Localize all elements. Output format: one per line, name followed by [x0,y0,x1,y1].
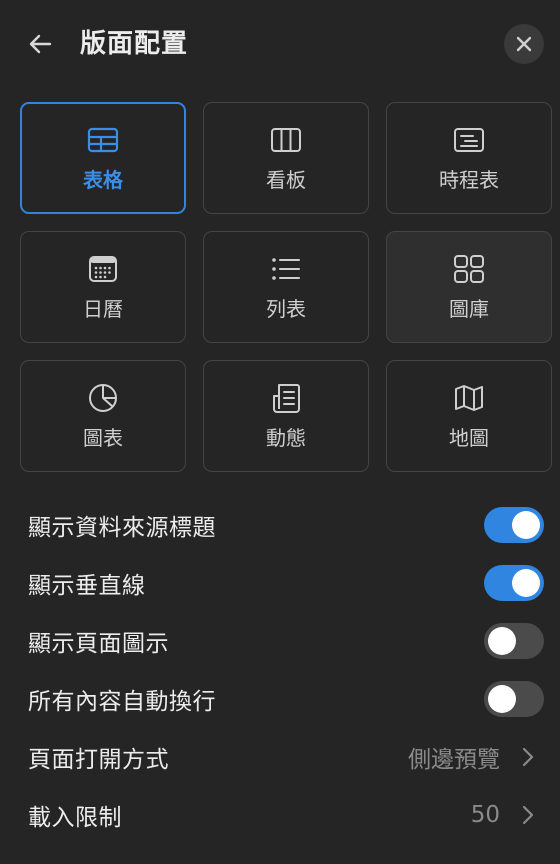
board-icon [269,123,303,157]
back-button[interactable] [24,28,56,60]
toggle-knob [488,685,516,713]
layout-settings-panel: 版面配置 表格 看板 時程表 日曆 列表 圖庫 圖表 動態 地圖 顯示資料來源標… [0,0,560,864]
layout-option-label: 動態 [266,426,306,450]
setting-label: 顯示資料來源標題 [28,515,216,541]
layout-option-label: 日曆 [83,297,123,321]
toggle-knob [512,569,540,597]
layout-option-chart[interactable]: 圖表 [20,360,186,472]
layout-option-label: 圖庫 [449,297,489,321]
settings-list: 顯示資料來源標題 顯示垂直線 顯示頁面圖示 所有內容自動換行 頁面打開方式 側邊… [0,496,560,844]
setting-wrap-all-content: 所有內容自動換行 [0,670,560,728]
table-icon [86,123,120,157]
setting-show-source-title: 顯示資料來源標題 [0,496,560,554]
chevron-right-icon[interactable] [518,803,538,827]
layout-options-grid: 表格 看板 時程表 日曆 列表 圖庫 圖表 動態 地圖 [20,102,552,472]
map-icon [452,381,486,415]
list-icon [269,252,303,286]
layout-option-feed[interactable]: 動態 [203,360,369,472]
layout-option-calendar[interactable]: 日曆 [20,231,186,343]
gallery-icon [452,252,486,286]
layout-option-label: 列表 [266,297,306,321]
timeline-icon [452,123,486,157]
close-button[interactable] [504,24,544,64]
calendar-icon [86,252,120,286]
panel-title: 版面配置 [80,29,189,59]
setting-label: 顯示頁面圖示 [28,631,169,657]
layout-option-label: 表格 [83,168,123,192]
show-page-icon-toggle[interactable] [484,623,544,659]
layout-option-label: 看板 [266,168,306,192]
layout-option-label: 圖表 [83,426,123,450]
setting-label: 所有內容自動換行 [28,689,216,715]
pie-chart-icon [86,381,120,415]
layout-option-timeline[interactable]: 時程表 [386,102,552,214]
toggle-knob [488,627,516,655]
close-icon [516,36,532,52]
chevron-right-icon[interactable] [518,745,538,769]
panel-header: 版面配置 [0,0,560,90]
load-limit-value[interactable]: 50 [471,802,500,828]
setting-open-pages-in[interactable]: 頁面打開方式 側邊預覽 [0,728,560,786]
arrow-left-icon [29,34,52,54]
layout-option-gallery[interactable]: 圖庫 [386,231,552,343]
toggle-knob [512,511,540,539]
feed-icon [269,381,303,415]
layout-option-map[interactable]: 地圖 [386,360,552,472]
show-source-title-toggle[interactable] [484,507,544,543]
setting-load-limit[interactable]: 載入限制 50 [0,786,560,844]
layout-option-list[interactable]: 列表 [203,231,369,343]
setting-show-vertical-lines: 顯示垂直線 [0,554,560,612]
setting-label: 載入限制 [28,805,122,831]
layout-option-board[interactable]: 看板 [203,102,369,214]
show-vertical-lines-toggle[interactable] [484,565,544,601]
layout-option-label: 時程表 [439,168,499,192]
setting-label: 頁面打開方式 [28,747,169,773]
open-pages-in-value[interactable]: 側邊預覽 [408,740,500,774]
layout-option-label: 地圖 [449,426,489,450]
setting-show-page-icon: 顯示頁面圖示 [0,612,560,670]
layout-option-table[interactable]: 表格 [20,102,186,214]
setting-label: 顯示垂直線 [28,573,146,599]
wrap-all-content-toggle[interactable] [484,681,544,717]
